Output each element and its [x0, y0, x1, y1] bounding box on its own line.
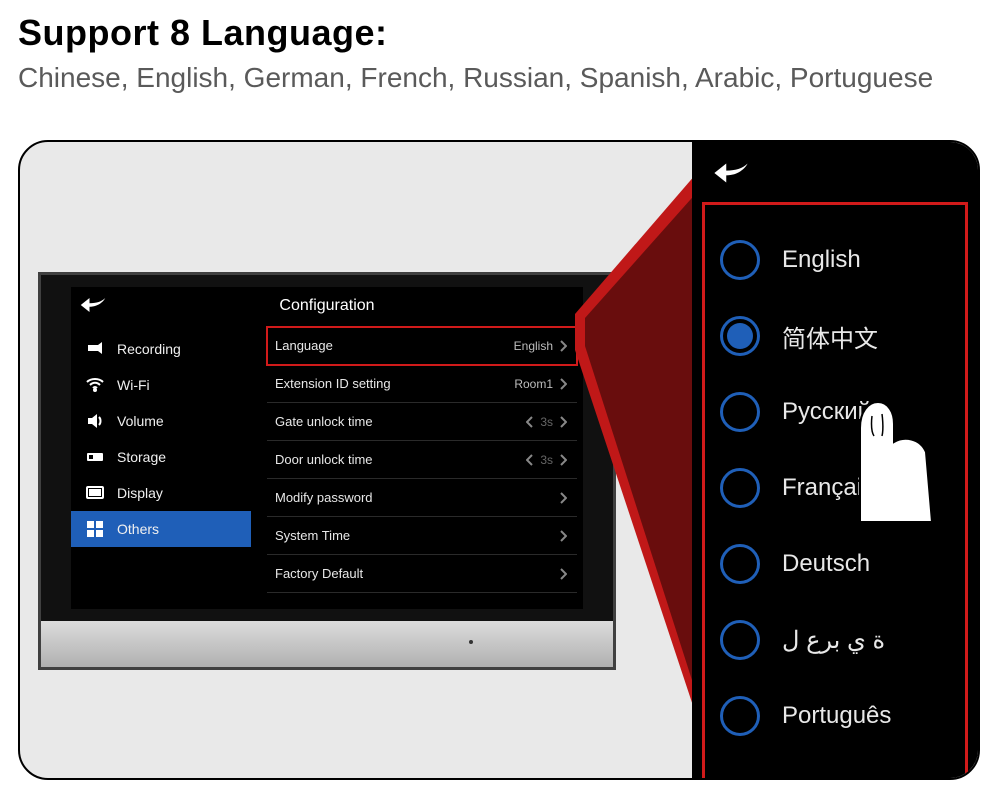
setting-value: English: [514, 339, 553, 353]
chevron-left-icon: [526, 416, 534, 428]
sidebar-item-label: Display: [117, 485, 163, 501]
radio-icon: [720, 316, 760, 356]
chevron-right-icon: [559, 378, 567, 390]
setting-value-wrap: [553, 568, 567, 580]
radio-icon: [720, 620, 760, 660]
radio-icon: [720, 468, 760, 508]
language-label: Français: [782, 474, 874, 502]
language-panel: English 简体中文 Русский Français Deutsch ة ي برع…: [692, 142, 978, 780]
sidebar-item-label: Volume: [117, 413, 164, 429]
setting-label: Extension ID setting: [275, 376, 391, 391]
radio-icon: [720, 240, 760, 280]
setting-label: Modify password: [275, 490, 373, 505]
language-back-button[interactable]: [712, 160, 978, 191]
language-option[interactable]: Français: [720, 450, 970, 526]
setting-row-factory-default[interactable]: Factory Default: [267, 555, 577, 593]
setting-value: Room1: [514, 377, 553, 391]
chevron-left-icon: [526, 454, 534, 466]
settings-list: Language English Extension ID setting Room1…: [267, 327, 577, 593]
setting-value-wrap: 3s: [526, 453, 567, 467]
wifi-icon: [85, 375, 105, 395]
setting-label: Factory Default: [275, 566, 363, 581]
others-icon: [85, 519, 105, 539]
sidebar-item-wi-fi[interactable]: Wi-Fi: [71, 367, 251, 403]
language-label: English: [782, 246, 861, 274]
radio-icon: [720, 544, 760, 584]
page-subtitle: Chinese, English, German, French, Russia…: [18, 62, 982, 94]
page-title: Support 8 Language:: [18, 12, 982, 54]
language-option[interactable]: English: [720, 222, 970, 298]
device-bezel: [41, 621, 613, 667]
sidebar-item-label: Recording: [117, 341, 181, 357]
setting-row-language[interactable]: Language English: [267, 327, 577, 365]
chevron-right-icon: [559, 568, 567, 580]
setting-row-door-unlock-time[interactable]: Door unlock time 3s: [267, 441, 577, 479]
sidebar-item-volume[interactable]: Volume: [71, 403, 251, 439]
storage-icon: [85, 447, 105, 467]
chevron-right-icon: [559, 340, 567, 352]
language-label: Deutsch: [782, 550, 870, 578]
product-frame: Configuration Recording Wi-Fi Volume Storag…: [18, 140, 980, 780]
radio-icon: [720, 392, 760, 432]
chevron-right-icon: [559, 530, 567, 542]
setting-row-modify-password[interactable]: Modify password: [267, 479, 577, 517]
language-list: English 简体中文 Русский Français Deutsch ة ي برع…: [720, 222, 970, 754]
language-option[interactable]: Português: [720, 678, 970, 754]
device-indicator: [469, 640, 473, 644]
device-screen: Configuration Recording Wi-Fi Volume Storag…: [71, 287, 583, 609]
display-icon: [85, 483, 105, 503]
setting-row-extension-id-setting[interactable]: Extension ID setting Room1: [267, 365, 577, 403]
screen-title: Configuration: [71, 297, 583, 315]
setting-value: 3s: [540, 415, 553, 429]
sidebar-item-label: Storage: [117, 449, 166, 465]
chevron-right-icon: [559, 416, 567, 428]
language-option[interactable]: ة ي برع ل: [720, 602, 970, 678]
setting-row-gate-unlock-time[interactable]: Gate unlock time 3s: [267, 403, 577, 441]
setting-label: Gate unlock time: [275, 414, 373, 429]
language-label: 简体中文: [782, 319, 878, 354]
sidebar-item-label: Others: [117, 521, 159, 537]
back-arrow-icon: [712, 160, 750, 186]
setting-value-wrap: English: [514, 339, 567, 353]
setting-value-wrap: 3s: [526, 415, 567, 429]
language-option[interactable]: 简体中文: [720, 298, 970, 374]
camera-icon: [85, 339, 105, 359]
sidebar-item-label: Wi-Fi: [117, 377, 150, 393]
language-label: ة ي برع ل: [782, 626, 885, 655]
setting-label: Language: [275, 338, 333, 353]
volume-icon: [85, 411, 105, 431]
setting-value-wrap: [553, 530, 567, 542]
language-option[interactable]: Deutsch: [720, 526, 970, 602]
setting-value: 3s: [540, 453, 553, 467]
setting-value-wrap: Room1: [514, 377, 567, 391]
sidebar: Recording Wi-Fi Volume Storage Display Others: [71, 331, 251, 547]
radio-icon: [720, 696, 760, 736]
setting-label: Door unlock time: [275, 452, 373, 467]
setting-label: System Time: [275, 528, 350, 543]
language-label: Português: [782, 702, 891, 730]
sidebar-item-others[interactable]: Others: [71, 511, 251, 547]
sidebar-item-storage[interactable]: Storage: [71, 439, 251, 475]
setting-row-system-time[interactable]: System Time: [267, 517, 577, 555]
language-option[interactable]: Русский: [720, 374, 970, 450]
chevron-right-icon: [559, 454, 567, 466]
sidebar-item-display[interactable]: Display: [71, 475, 251, 511]
device-monitor: Configuration Recording Wi-Fi Volume Storag…: [38, 272, 616, 670]
sidebar-item-recording[interactable]: Recording: [71, 331, 251, 367]
language-label: Русский: [782, 398, 871, 426]
setting-value-wrap: [553, 492, 567, 504]
chevron-right-icon: [559, 492, 567, 504]
